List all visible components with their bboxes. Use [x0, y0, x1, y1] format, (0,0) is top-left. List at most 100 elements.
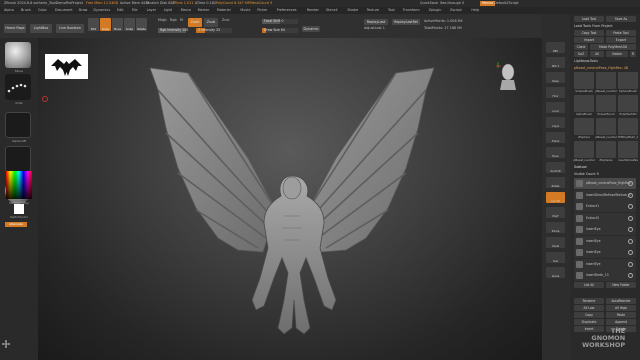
alpha-thumbnail[interactable]	[5, 112, 31, 138]
shelf-polyf-button[interactable]: PolyF	[546, 207, 565, 218]
shelf-floor-button[interactable]: Floor	[546, 87, 565, 98]
menu-render[interactable]: Render	[307, 8, 319, 13]
load-tool-button[interactable]: Load Tool	[574, 16, 604, 22]
menu-marker[interactable]: Marker	[198, 8, 210, 13]
goz-visible-button[interactable]: Visible	[606, 51, 628, 57]
subtool-row[interactable]: insertEye	[574, 258, 636, 270]
shelf-line-fill-button[interactable]: Line Fill	[546, 192, 565, 203]
append-button[interactable]: Append	[606, 319, 636, 325]
rgb-button[interactable]: Rgb	[170, 18, 177, 23]
tool-thumbnail[interactable]: pBeast_neutral	[595, 72, 617, 93]
live-boolean-button[interactable]: Live Boolean	[56, 24, 84, 33]
menu-stroke[interactable]: Stroke	[347, 8, 358, 13]
tool-thumbnail[interactable]: EraserBrush	[596, 95, 616, 116]
see-through-slider[interactable]: See-through 0	[440, 1, 464, 6]
make-polymesh-button[interactable]: Make PolyMesh3D	[590, 44, 636, 50]
tool-thumbnail[interactable]: ZSphere	[574, 118, 594, 139]
copy-tool-button[interactable]: Copy Tool	[574, 30, 604, 36]
menu-preferences[interactable]: Preferences	[277, 8, 297, 13]
scale-mode-button[interactable]: Scale	[124, 18, 135, 31]
texture-thumbnail[interactable]	[5, 146, 31, 172]
subtool-row[interactable]: insertEye	[574, 247, 636, 258]
menu-transform[interactable]: Transform	[403, 8, 420, 13]
shelf-frame-button[interactable]: Frame	[546, 132, 565, 143]
stroke-thumbnail[interactable]	[5, 74, 31, 100]
switch-color-label[interactable]: SwitchColor	[0, 215, 38, 219]
paste-subtool-button[interactable]: Paste	[606, 312, 636, 318]
save-as-button[interactable]: Save As	[606, 16, 636, 22]
move-mode-button[interactable]: Move	[112, 18, 123, 31]
menu-help[interactable]: Help	[471, 8, 479, 13]
auto-reorder-button[interactable]: AutoReorder	[606, 298, 636, 304]
dynamic-button[interactable]: Dynamic	[302, 26, 320, 32]
new-folder-button[interactable]: New Folder	[606, 282, 636, 288]
subtool-row[interactable]: insertEye	[574, 235, 636, 247]
menu-dynamics[interactable]: Dynamics	[93, 8, 110, 13]
menu-stencil[interactable]: Stencil	[326, 8, 337, 13]
goz-r-button[interactable]: R	[630, 51, 636, 57]
zcut-button[interactable]: Zcut	[222, 18, 230, 23]
canvas-viewport[interactable]	[38, 38, 542, 360]
copy-subtool-button[interactable]: Copy	[574, 312, 604, 318]
shelf-zoom3d-button[interactable]: Zoom3D	[546, 162, 565, 173]
focal-shift-slider[interactable]: Focal Shift 0	[262, 19, 298, 24]
visibility-eye-icon[interactable]	[628, 273, 633, 278]
alternate-button[interactable]: Alternate	[5, 222, 27, 227]
menu-color[interactable]: Color	[38, 8, 47, 13]
visibility-eye-icon[interactable]	[628, 192, 633, 198]
replay-last-rel-button[interactable]: ReplayLastRel	[392, 19, 420, 25]
tool-thumbnail[interactable]: pBeast_neutral	[573, 141, 595, 162]
menu-alpha[interactable]: Alpha	[4, 8, 14, 13]
shelf-rotate-button[interactable]: Rotate	[546, 177, 565, 188]
shelf-bpr-button[interactable]: BPR	[546, 42, 565, 53]
duplicate-button[interactable]: Duplicate	[574, 319, 604, 325]
shelf-solo-button[interactable]: Solo	[546, 252, 565, 263]
tool-thumbnail[interactable]: SphereBrush	[618, 72, 638, 93]
shelf-l-sym-button[interactable]: L.Sym	[546, 117, 565, 128]
visibility-eye-icon[interactable]	[628, 238, 633, 244]
import-button[interactable]: Import	[574, 37, 604, 43]
tool-thumbnail[interactable]: pBeast_neutral	[595, 118, 617, 139]
subtool-row[interactable]: insertTeeth_13	[574, 270, 636, 281]
shelf-move-button[interactable]: Move	[546, 147, 565, 158]
goz-all-button[interactable]: All	[590, 51, 604, 57]
menu-layer[interactable]: Layer	[147, 8, 156, 13]
zadd-button[interactable]: Zadd	[188, 18, 202, 27]
tool-thumbnail[interactable]: TMPolyMesh_1	[618, 118, 638, 139]
draw-mode-button[interactable]: Draw	[100, 18, 111, 31]
paste-tool-button[interactable]: Paste Tool	[606, 30, 636, 36]
subtool-row[interactable]: insertEye	[574, 224, 636, 235]
menu-zplugin[interactable]: Zplugin	[429, 8, 442, 13]
export-button[interactable]: Export	[606, 37, 636, 43]
lightbox-tools[interactable]: Lightbox▸Tools	[574, 58, 598, 64]
adjust-last-slider[interactable]: AdjustLast 1	[364, 26, 385, 31]
subtool-row[interactable]: Extract2	[574, 212, 636, 224]
visibility-eye-icon[interactable]	[628, 204, 633, 209]
quicksave-button[interactable]: QuickSave	[420, 1, 438, 6]
load-tools-from-project[interactable]: Load Tools From Project	[574, 23, 613, 29]
menu-brush[interactable]: Brush	[21, 8, 31, 13]
visibility-eye-icon[interactable]	[628, 215, 633, 221]
menu-tool[interactable]: Tool	[388, 8, 395, 13]
brush-thumbnail[interactable]	[5, 42, 31, 68]
menu-light[interactable]: Light	[164, 8, 172, 13]
menu-material[interactable]: Material	[217, 8, 231, 13]
goz-button[interactable]: GoZ	[574, 51, 588, 57]
menu-macro[interactable]: Macro	[181, 8, 191, 13]
rotate-mode-button[interactable]: Rotate	[136, 18, 147, 31]
menu-picker[interactable]: Picker	[257, 8, 267, 13]
visible-count-slider[interactable]: Visible Count 9	[574, 171, 599, 177]
visibility-eye-icon[interactable]	[628, 227, 633, 232]
creature-model[interactable]	[38, 38, 542, 360]
clone-button[interactable]: Clone	[574, 44, 588, 50]
menu-file[interactable]: File	[132, 8, 138, 13]
subtool-header[interactable]: Subtool	[574, 164, 587, 170]
rename-button[interactable]: Rename	[574, 298, 604, 304]
rgb-intensity-slider[interactable]: Rgb Intensity 100	[158, 28, 188, 33]
list-all-button[interactable]: List All	[574, 282, 604, 288]
orientation-head-icon[interactable]	[496, 60, 520, 90]
shelf-local-button[interactable]: Local	[546, 102, 565, 113]
color-picker[interactable]	[6, 171, 32, 199]
menu-zscript[interactable]: Zscript	[450, 8, 462, 13]
all-high-button[interactable]: All High	[606, 305, 636, 311]
